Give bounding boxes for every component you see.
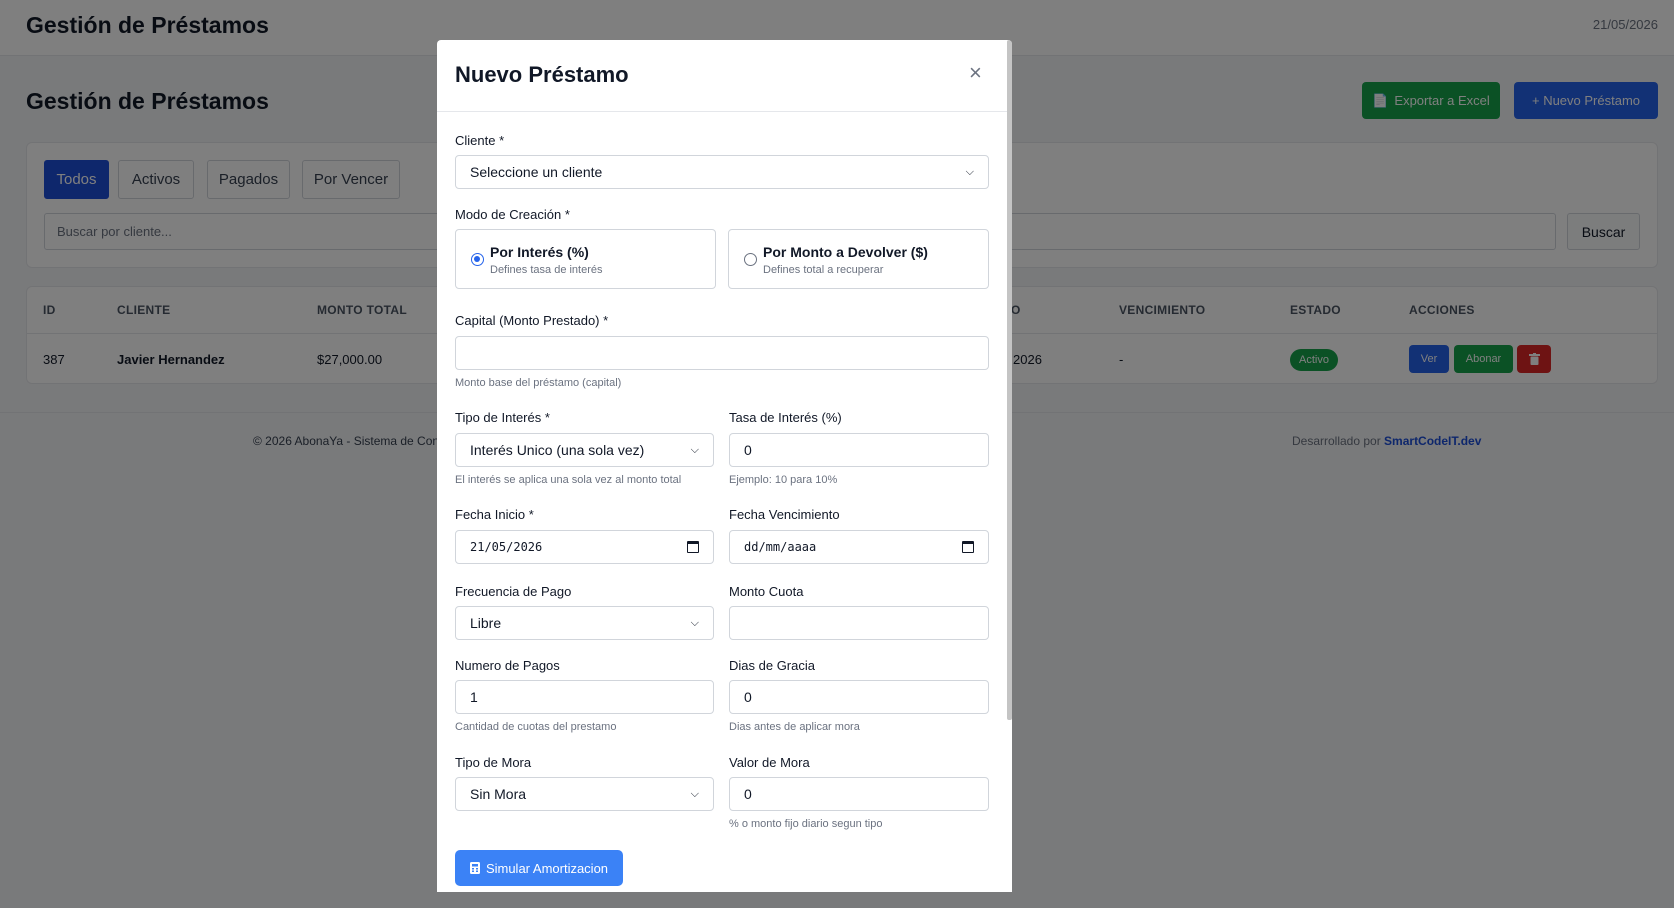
cliente-select-value: Seleccione un cliente — [470, 164, 603, 180]
calendar-icon[interactable] — [687, 541, 699, 553]
fecha-inicio-value: 21/05/2026 — [470, 540, 543, 554]
dias-gracia-help: Dias antes de aplicar mora — [729, 721, 860, 733]
tipo-interes-value: Interés Unico (una sola vez) — [470, 442, 645, 458]
frecuencia-label: Frecuencia de Pago — [455, 584, 572, 599]
tipo-mora-label: Tipo de Mora — [455, 755, 532, 770]
frecuencia-select[interactable]: Libre ⌵ — [455, 606, 714, 640]
capital-input[interactable] — [455, 336, 989, 370]
tipo-interes-help: El interés se aplica una sola vez al mon… — [455, 474, 682, 486]
close-icon[interactable]: × — [969, 62, 982, 84]
chevron-down-icon: ⌵ — [690, 787, 699, 800]
tasa-label: Tasa de Interés (%) — [729, 410, 842, 425]
valor-mora-help: % o monto fijo diario segun tipo — [729, 818, 883, 830]
simular-amortizacion-button[interactable]: Simular Amortizacion — [455, 850, 623, 886]
chevron-down-icon: ⌵ — [965, 165, 974, 178]
cliente-label: Cliente * — [455, 133, 505, 148]
modal-scrollbar[interactable] — [1007, 40, 1012, 720]
tasa-help: Ejemplo: 10 para 10% — [729, 474, 838, 486]
modo-monto-option[interactable]: Por Monto a Devolver ($) Defines total a… — [728, 229, 989, 289]
new-loan-modal: Nuevo Préstamo × Cliente * Seleccione un… — [437, 40, 1012, 892]
frecuencia-value: Libre — [470, 615, 502, 631]
calendar-icon[interactable] — [962, 541, 974, 553]
tasa-input[interactable]: 0 — [729, 433, 989, 467]
tipo-interes-select[interactable]: Interés Unico (una sola vez) ⌵ — [455, 433, 714, 467]
modo-monto-sub: Defines total a recuperar — [763, 264, 884, 276]
dias-gracia-label: Dias de Gracia — [729, 658, 815, 673]
num-pagos-input[interactable]: 1 — [455, 680, 714, 714]
fecha-venc-value: dd/mm/aaaa — [744, 540, 817, 554]
cuota-input[interactable] — [729, 606, 989, 640]
chevron-down-icon: ⌵ — [690, 616, 699, 629]
chevron-down-icon: ⌵ — [690, 443, 699, 456]
tipo-mora-select[interactable]: Sin Mora ⌵ — [455, 777, 714, 811]
modo-interes-title: Por Interés (%) — [490, 244, 589, 260]
num-pagos-help: Cantidad de cuotas del prestamo — [455, 721, 617, 733]
tipo-mora-value: Sin Mora — [470, 786, 527, 802]
fecha-inicio-label: Fecha Inicio * — [455, 507, 534, 522]
calculator-icon — [469, 862, 480, 874]
fecha-inicio-input[interactable]: 21/05/2026 — [455, 530, 714, 564]
fecha-venc-label: Fecha Vencimiento — [729, 507, 840, 522]
cliente-select[interactable]: Seleccione un cliente ⌵ — [455, 155, 989, 189]
modo-interes-sub: Defines tasa de interés — [490, 264, 603, 276]
num-pagos-label: Numero de Pagos — [455, 658, 560, 673]
modal-header: Nuevo Préstamo × — [437, 40, 1007, 112]
fecha-venc-input[interactable]: dd/mm/aaaa — [729, 530, 989, 564]
capital-label: Capital (Monto Prestado) * — [455, 313, 609, 328]
radio-interes[interactable] — [471, 253, 484, 266]
valor-mora-input[interactable]: 0 — [729, 777, 989, 811]
simular-label: Simular Amortizacion — [485, 860, 609, 876]
tipo-interes-label: Tipo de Interés * — [455, 410, 550, 425]
modal-title: Nuevo Préstamo — [455, 62, 629, 87]
cuota-label: Monto Cuota — [729, 584, 804, 599]
valor-mora-label: Valor de Mora — [729, 755, 810, 770]
modo-interes-option[interactable]: Por Interés (%) Defines tasa de interés — [455, 229, 716, 289]
capital-help: Monto base del préstamo (capital) — [455, 377, 622, 389]
dias-gracia-input[interactable]: 0 — [729, 680, 989, 714]
modo-monto-title: Por Monto a Devolver ($) — [763, 244, 928, 260]
modo-label: Modo de Creación * — [455, 207, 570, 222]
radio-monto[interactable] — [744, 253, 757, 266]
